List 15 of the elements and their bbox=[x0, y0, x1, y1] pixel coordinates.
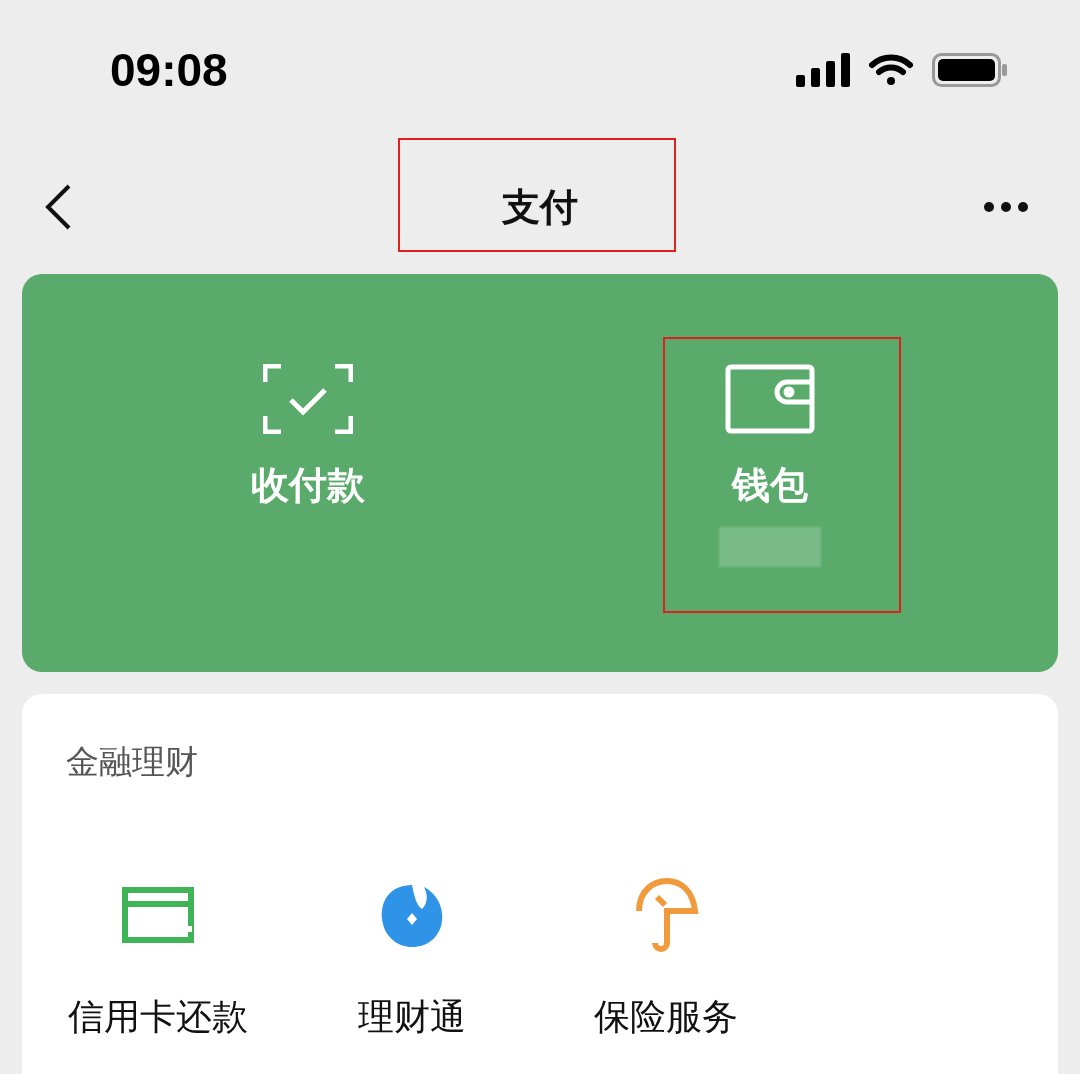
umbrella-icon bbox=[633, 877, 699, 953]
card-icon bbox=[122, 887, 194, 943]
battery-icon bbox=[932, 53, 1008, 87]
wifi-icon bbox=[868, 53, 914, 87]
more-icon[interactable] bbox=[984, 202, 1028, 212]
signal-icon bbox=[796, 53, 850, 87]
scan-check-icon bbox=[263, 364, 353, 434]
service-item[interactable]: 保险服务 bbox=[539, 875, 793, 1042]
wallet-icon bbox=[725, 364, 815, 434]
section-title: 金融理财 bbox=[66, 742, 198, 781]
page-title: 支付 bbox=[502, 183, 578, 231]
service-item[interactable]: 理财通 bbox=[285, 875, 539, 1042]
service-item[interactable]: 信用卡还款 bbox=[31, 875, 285, 1042]
status-time: 09:08 bbox=[110, 43, 228, 97]
back-icon[interactable] bbox=[44, 184, 72, 230]
